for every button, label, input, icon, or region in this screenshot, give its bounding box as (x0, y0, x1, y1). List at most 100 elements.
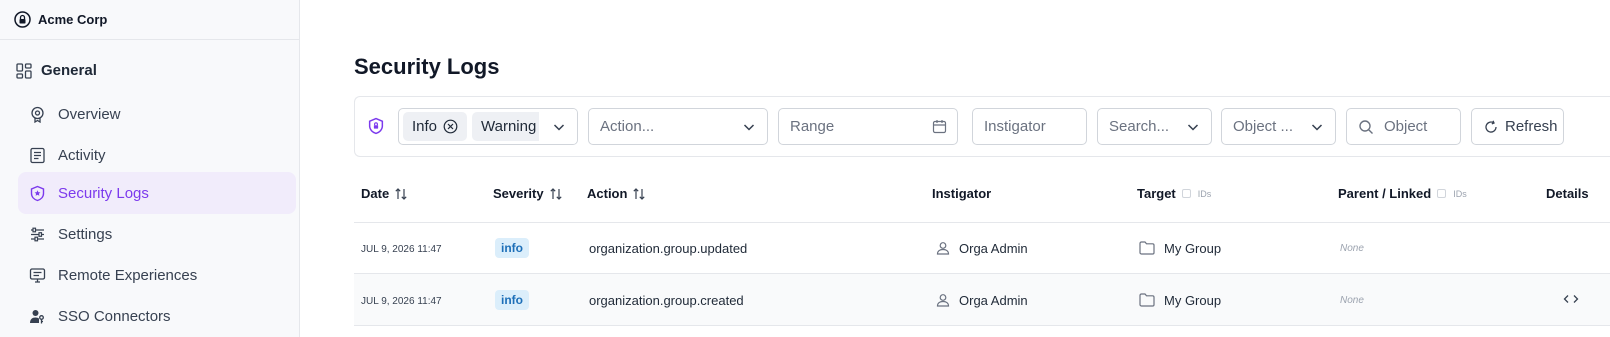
sidebar-item-settings[interactable]: Settings (18, 213, 296, 255)
column-parent-linked: Parent / Linked IDs (1338, 186, 1467, 201)
sidebar-item-sso-connectors[interactable]: SSO Connectors (18, 295, 296, 337)
action-select[interactable]: Action... (588, 108, 768, 145)
row-instigator[interactable]: Orga Admin (936, 291, 1028, 309)
row-date: JUL 9, 2026 11:47 (361, 243, 442, 255)
lock-icon (14, 11, 31, 28)
column-label: Date (361, 186, 390, 201)
column-date[interactable]: Date (361, 186, 408, 201)
column-target: Target IDs (1137, 186, 1211, 201)
refresh-label: Refresh (1505, 118, 1558, 135)
object-placeholder: Object (1384, 118, 1428, 135)
badge-label: info (495, 238, 529, 258)
sliders-icon (31, 227, 44, 241)
sidebar-item-security-logs[interactable]: Security Logs (18, 172, 296, 214)
folder-icon (1139, 241, 1155, 255)
object-type-placeholder: Object ... (1233, 118, 1294, 135)
document-icon (30, 147, 45, 163)
section-label: General (41, 62, 97, 79)
org-switcher[interactable]: Acme Corp (0, 0, 299, 40)
row-action: organization.group.updated (589, 240, 748, 256)
sidebar-item-label: Activity (58, 146, 106, 164)
user-icon (936, 294, 950, 307)
refresh-icon (1485, 120, 1497, 133)
severity-badge: info (495, 236, 529, 260)
ids-label: IDs (1197, 188, 1212, 199)
object-type-select[interactable]: Object ... (1221, 108, 1336, 145)
target-label: My Group (1164, 292, 1222, 308)
shield-icon (368, 117, 384, 135)
chevron-down-icon (1187, 124, 1199, 131)
code-icon (1563, 295, 1579, 303)
target-ids-toggle[interactable]: IDs (1181, 188, 1212, 199)
action-placeholder: Action... (600, 118, 655, 135)
search-select[interactable]: Search... (1097, 108, 1212, 145)
divider (354, 222, 1610, 223)
column-label: Action (587, 186, 628, 201)
severity-chip-info: Info (403, 112, 468, 141)
sidebar-item-remote-experiences[interactable]: Remote Experiences (18, 254, 296, 296)
column-label: Parent / Linked (1338, 186, 1432, 201)
badge-label: info (495, 290, 529, 310)
calendar-icon (932, 120, 947, 134)
sidebar-item-activity[interactable]: Activity (18, 134, 296, 176)
sidebar-item-label: Settings (58, 225, 113, 243)
divider (354, 325, 1610, 326)
range-picker[interactable]: Range (778, 108, 958, 145)
sort-icon[interactable] (632, 187, 646, 201)
row-instigator[interactable]: Orga Admin (936, 239, 1028, 257)
sidebar-item-label: Remote Experiences (58, 266, 198, 284)
column-label: Severity (493, 186, 544, 201)
user-icon (936, 242, 950, 255)
monitor-icon (29, 267, 46, 283)
filter-bar: Info Warning Action... Range Instigator … (354, 96, 1610, 157)
search-placeholder: Search... (1109, 118, 1170, 135)
badge-icon (31, 106, 44, 123)
column-label: Instigator (932, 186, 992, 201)
sort-icon[interactable] (549, 187, 563, 201)
chip-label: Info (412, 118, 438, 135)
sidebar-item-label: Security Logs (58, 184, 149, 202)
column-action[interactable]: Action (587, 186, 646, 201)
row-parent: None (1340, 242, 1364, 254)
search-icon (1359, 119, 1373, 134)
refresh-button[interactable]: Refresh (1471, 108, 1564, 145)
section-general: General (16, 62, 97, 79)
chevron-down-icon (553, 124, 565, 131)
column-label: Details (1546, 186, 1589, 201)
instigator-label: Orga Admin (959, 292, 1028, 308)
grid-icon (16, 62, 32, 79)
instigator-label: Orga Admin (959, 240, 1028, 256)
page-title: Security Logs (354, 54, 500, 79)
column-label: Target (1137, 186, 1176, 201)
instigator-input[interactable]: Instigator (972, 108, 1087, 145)
close-circle-icon[interactable] (443, 119, 458, 134)
shield-icon (30, 185, 45, 201)
org-name: Acme Corp (38, 12, 108, 27)
sidebar-item-label: Overview (58, 105, 121, 123)
sidebar: Acme Corp General Overview Activity Secu… (0, 0, 300, 337)
severity-select[interactable]: Info Warning (398, 108, 578, 145)
sidebar-item-overview[interactable]: Overview (18, 93, 296, 135)
object-search-input[interactable]: Object (1346, 108, 1461, 145)
parent-ids-toggle[interactable]: IDs (1437, 189, 1467, 199)
checkbox[interactable] (1181, 189, 1191, 198)
row-date: JUL 9, 2026 11:47 (361, 295, 442, 307)
sidebar-item-label: SSO Connectors (58, 307, 171, 325)
column-details: Details (1546, 186, 1589, 201)
column-instigator: Instigator (932, 186, 991, 201)
checkbox[interactable] (1437, 189, 1447, 198)
folder-icon (1139, 293, 1155, 307)
user-key-icon (30, 309, 44, 323)
row-target[interactable]: My Group (1139, 291, 1221, 309)
row-target[interactable]: My Group (1139, 239, 1221, 257)
chevron-down-icon (743, 124, 755, 131)
instigator-placeholder: Instigator (984, 118, 1046, 135)
severity-badge: info (495, 288, 529, 312)
ids-label: IDs (1453, 188, 1467, 199)
column-severity[interactable]: Severity (493, 186, 563, 201)
target-label: My Group (1164, 240, 1222, 256)
chevron-down-icon (1311, 124, 1323, 131)
sort-icon[interactable] (394, 187, 408, 201)
chip-label: Warning (481, 118, 537, 135)
details-button[interactable] (1563, 290, 1588, 308)
